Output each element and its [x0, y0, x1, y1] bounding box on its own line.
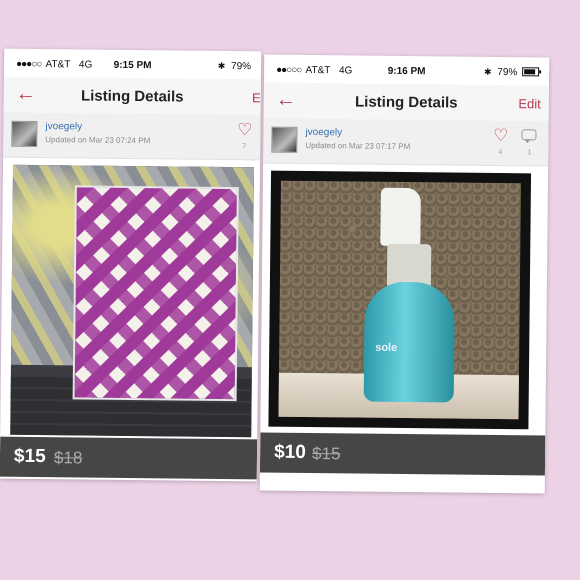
bottle-label: sole [375, 341, 398, 354]
price: $10 [274, 441, 306, 463]
edit-button[interactable]: Edit [518, 96, 541, 111]
page-title: Listing Details [80, 87, 184, 106]
updated-timestamp: Updated on Mar 23 07:24 PM [45, 135, 151, 146]
status-bar: ●●●○○ AT&T 4G 9:15 PM ✱ 79% [4, 57, 261, 76]
battery-percent: 79% [231, 61, 252, 73]
avatar[interactable] [11, 120, 38, 148]
updated-timestamp: Updated on Mar 23 07:17 PM [305, 140, 411, 152]
price: $15 [13, 445, 46, 468]
page-title: Listing Details [354, 93, 458, 112]
listing-screenshot-right: ●●○○○ AT&T 4G 9:16 PM ✱ 79% ← Listing De… [259, 54, 550, 494]
seller-row: jvoegely Updated on Mar 23 07:24 PM ♡ 7 [3, 112, 261, 161]
bluetooth-icon: ✱ [483, 66, 492, 77]
price-bar: $15 $18 [0, 436, 258, 480]
listing-screenshot-left: ●●●○○ AT&T 4G 9:15 PM ✱ 79% ← Listing De… [0, 48, 262, 482]
seller-row: jvoegely Updated on Mar 23 07:17 PM ♡ 4 … [263, 118, 549, 167]
heart-icon[interactable]: ♡ [237, 120, 252, 139]
original-price: $15 [312, 444, 341, 464]
like-count: 4 [498, 148, 503, 157]
original-price: $18 [53, 448, 83, 468]
battery-icon [522, 67, 540, 77]
photo-background: sole [278, 180, 521, 420]
heart-icon[interactable]: ♡ [493, 126, 508, 145]
listing-photo[interactable]: sole [268, 170, 532, 430]
bluetooth-icon: ✱ [217, 60, 226, 71]
status-bar: ●●○○○ AT&T 4G 9:16 PM ✱ 79% [264, 63, 549, 82]
nav-bar: ← Listing Details E [3, 76, 261, 117]
edit-button[interactable]: E [252, 90, 261, 105]
listing-photo[interactable] [10, 164, 255, 438]
comment-count: 1 [527, 149, 532, 157]
username-link[interactable]: jvoegely [45, 121, 82, 132]
like-count: 7 [242, 143, 247, 151]
pump-top [380, 187, 421, 247]
avatar[interactable] [271, 126, 298, 153]
chevron-notebook-image [72, 185, 239, 402]
nav-bar: ← Listing Details Edit [263, 82, 549, 123]
battery-percent: 79% [497, 66, 518, 79]
price-bar: $10 $15 [259, 432, 546, 476]
comment-icon[interactable] [521, 129, 537, 141]
username-link[interactable]: jvoegely [305, 127, 342, 138]
